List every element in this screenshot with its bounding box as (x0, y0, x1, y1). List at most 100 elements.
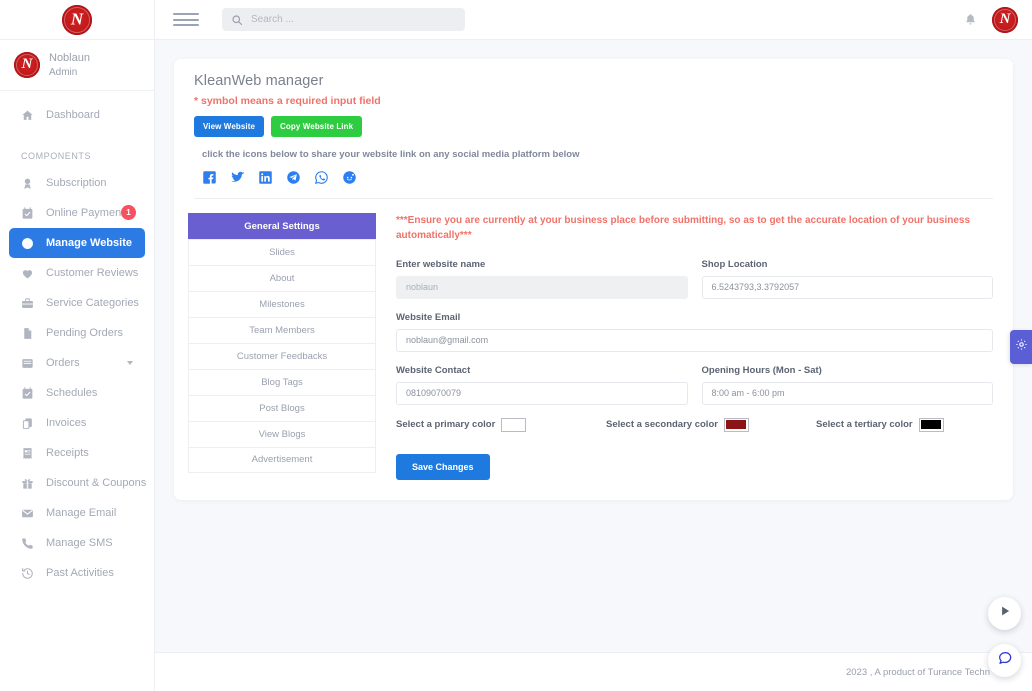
primary-color-label: Select a primary color (396, 419, 496, 431)
opening-hours-input[interactable] (701, 381, 993, 405)
topbar-avatar[interactable] (992, 6, 1018, 33)
tab-team-members[interactable]: Team Members (188, 316, 376, 343)
website-name-field: Enter website name (396, 259, 688, 299)
whatsapp-icon[interactable] (314, 170, 329, 185)
sidebar-brand[interactable] (0, 0, 154, 40)
save-changes-button[interactable]: Save Changes (396, 453, 490, 480)
sidebar-item-dashboard[interactable]: Dashboard (9, 100, 145, 130)
chat-fab-button[interactable] (988, 644, 1021, 677)
sidebar-profile[interactable]: Noblaun Admin (0, 40, 154, 92)
tertiary-color-group: Select a tertiary color (816, 417, 944, 432)
sidebar-item-label: Past Activities (46, 567, 114, 580)
view-website-button[interactable]: View Website (194, 116, 265, 137)
settings-side-tab[interactable] (1010, 330, 1032, 364)
calendar-check-icon (21, 387, 38, 400)
briefcase-icon (21, 297, 38, 310)
sidebar-item-manage-website[interactable]: Manage Website (9, 228, 145, 259)
copy-website-link-button[interactable]: Copy Website Link (271, 116, 363, 137)
sidebar-item-label: Receipts (46, 447, 89, 460)
sidebar-item-past-activities[interactable]: Past Activities (9, 558, 145, 588)
tab-about[interactable]: About (188, 264, 376, 291)
tab-blog-tags[interactable]: Blog Tags (188, 368, 376, 395)
sidebar-item-label: Orders (46, 357, 80, 370)
tertiary-color-label: Select a tertiary color (816, 419, 913, 431)
website-email-label: Website Email (396, 311, 461, 323)
linkedin-icon[interactable] (258, 170, 273, 185)
bell-icon[interactable] (964, 13, 977, 26)
sidebar: Noblaun Admin Dashboard COMPONENTS Subscri… (0, 0, 155, 691)
tab-slides[interactable]: Slides (188, 238, 376, 265)
secondary-color-swatch[interactable] (723, 417, 749, 432)
tab-general-settings[interactable]: General Settings (188, 212, 376, 239)
topbar (155, 0, 1032, 40)
search-icon (231, 14, 243, 26)
file-icon (21, 327, 38, 340)
globe-icon (21, 237, 38, 250)
primary-color-group: Select a primary color (396, 417, 606, 432)
website-name-input[interactable] (396, 275, 688, 299)
shop-location-input[interactable] (701, 275, 993, 299)
twitter-icon[interactable] (230, 170, 245, 185)
avatar (14, 52, 40, 79)
shop-location-field: Shop Location (701, 258, 993, 299)
inbox-icon (21, 357, 38, 370)
sidebar-item-manage-sms[interactable]: Manage SMS (9, 528, 145, 558)
shop-location-label: Shop Location (701, 258, 768, 270)
primary-color-swatch[interactable] (501, 417, 527, 432)
tab-advertisement[interactable]: Advertisement (188, 446, 376, 473)
secondary-color-group: Select a secondary color (606, 417, 816, 432)
noblaun-logo-icon (62, 4, 92, 35)
sidebar-section-components: COMPONENTS (21, 151, 92, 162)
hamburger-icon[interactable] (173, 13, 199, 26)
website-email-input[interactable] (396, 328, 993, 352)
history-icon (21, 567, 38, 580)
sidebar-item-pending-orders[interactable]: Pending Orders (9, 318, 145, 348)
facebook-icon[interactable] (202, 170, 217, 185)
tertiary-color-swatch[interactable] (918, 417, 944, 432)
tab-milestones[interactable]: Milestones (188, 290, 376, 317)
sidebar-item-online-payments[interactable]: Online Payments 1 (9, 198, 145, 228)
general-settings-form: ***Ensure you are currently at your busi… (390, 213, 993, 480)
notification-badge: 1 (121, 205, 136, 221)
sidebar-item-orders[interactable]: Orders (9, 348, 145, 378)
receipt-icon (21, 447, 38, 460)
website-email-field: Website Email (396, 312, 993, 352)
envelope-icon (21, 507, 38, 520)
calendar-check-icon (21, 207, 38, 220)
gift-icon (21, 477, 38, 490)
sidebar-item-manage-email[interactable]: Manage Email (9, 498, 145, 528)
tab-post-blogs[interactable]: Post Blogs (188, 394, 376, 421)
secondary-color-label: Select a secondary color (606, 419, 718, 431)
phone-icon (21, 537, 38, 550)
manage-website-card: KleanWeb manager * symbol means a requir… (174, 59, 1013, 500)
tab-customer-feedbacks[interactable]: Customer Feedbacks (188, 342, 376, 369)
sidebar-item-customer-reviews[interactable]: Customer Reviews (9, 258, 145, 288)
color-pickers-row: Select a primary color Select a secondar… (396, 417, 993, 432)
sidebar-item-label: Pending Orders (46, 327, 124, 340)
search-box[interactable] (222, 8, 465, 31)
reddit-icon[interactable] (342, 170, 357, 185)
sidebar-item-schedules[interactable]: Schedules (9, 378, 145, 408)
sidebar-item-label: Schedules (46, 387, 98, 400)
website-contact-input[interactable] (396, 381, 688, 405)
telegram-icon[interactable] (286, 170, 301, 185)
sidebar-item-label: Discount & Coupons (46, 477, 147, 490)
sidebar-item-discount-coupons[interactable]: Discount & Coupons (9, 468, 147, 498)
sidebar-item-subscription[interactable]: Subscription (9, 168, 145, 198)
gear-icon (1015, 338, 1028, 356)
website-contact-field: Website Contact (396, 365, 688, 405)
award-icon (21, 177, 38, 190)
location-warning: ***Ensure you are currently at your busi… (396, 214, 971, 241)
sidebar-nav: Dashboard COMPONENTS Subscription Online Pa… (0, 91, 154, 588)
search-input[interactable] (251, 14, 456, 25)
footer: 2023 , A product of Turance Techn (155, 652, 1032, 691)
chat-bubble-icon (997, 650, 1013, 671)
social-share-row (202, 170, 993, 185)
sidebar-item-service-categories[interactable]: Service Categories (9, 288, 145, 318)
sidebar-item-invoices[interactable]: Invoices (9, 408, 145, 438)
play-fab-button[interactable] (988, 597, 1021, 630)
tab-view-blogs[interactable]: View Blogs (188, 420, 376, 447)
heart-icon (21, 267, 38, 280)
sidebar-item-receipts[interactable]: Receipts (9, 438, 145, 468)
